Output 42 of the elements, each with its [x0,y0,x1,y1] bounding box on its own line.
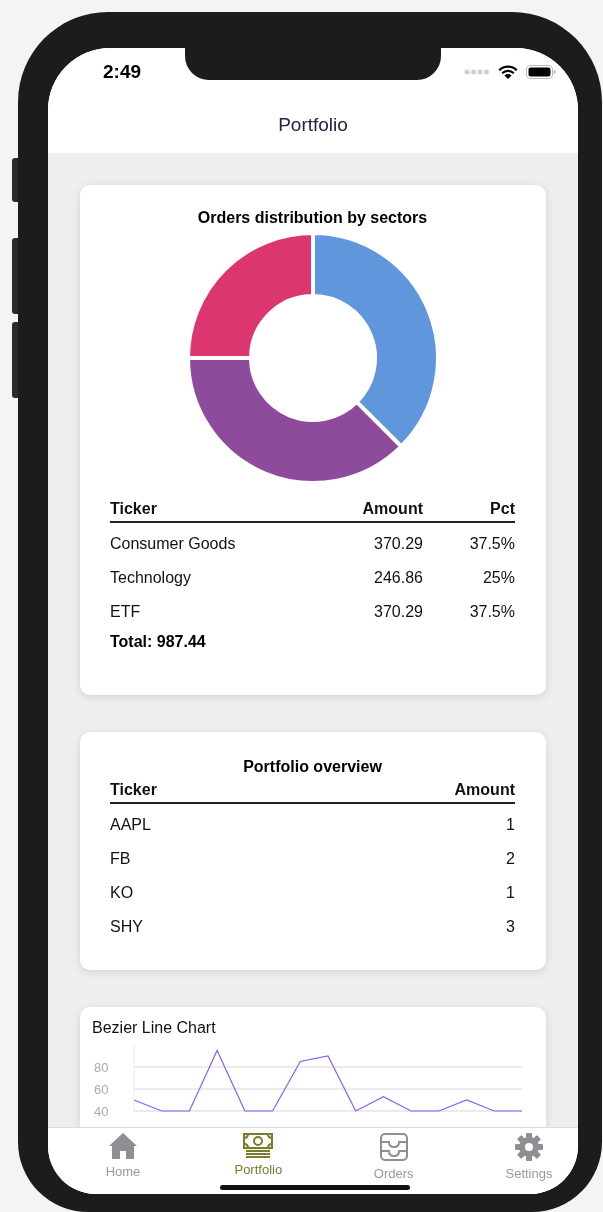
total-label: Total: 987.44 [110,633,207,651]
table-cell-text: ETF [110,603,142,621]
tab-label[interactable]: Portfolio [234,1162,283,1177]
table-cell-text: 1 [505,884,515,902]
table-cell-text: 246.86 [373,569,423,587]
table-cell-text: 370.29 [373,603,423,621]
axis-label: 40 [94,1104,109,1119]
axis-label: 60 [94,1082,109,1097]
axis-label: 80 [94,1060,109,1075]
table-cell-text: 25% [481,569,515,587]
table-cell-text: KO [110,884,135,902]
table-cell-text: 37.5% [468,603,515,621]
card-title: Orders distribution by sectors [196,209,429,227]
tab-label[interactable]: Orders [373,1166,414,1181]
chart-title: Bezier Line Chart [92,1019,217,1037]
nav-title: Portfolio [277,112,349,137]
settings-icon[interactable] [514,1132,544,1162]
table-cell-text: Technology [110,569,192,587]
signal-icon [464,69,490,75]
table-cell-text: AAPL [110,816,152,834]
home-icon[interactable] [108,1132,138,1160]
column-header: Amount [453,781,515,799]
battery-icon [526,65,556,79]
column-header: Ticker [110,500,158,518]
table-cell-text: 37.5% [468,535,515,553]
tab-label[interactable]: Home [105,1164,141,1179]
tab-label[interactable]: Settings [505,1166,553,1181]
money-icon[interactable] [242,1132,275,1158]
card-title: Portfolio overview [242,758,383,776]
table-cell-text: 2 [505,850,515,868]
table-cell-text: Consumer Goods [110,535,237,553]
wifi-icon [498,64,518,80]
column-header: Ticker [110,781,158,799]
column-header: Amount [361,500,423,518]
table-cell-text: SHY [110,918,144,936]
table-cell-text: 3 [505,918,515,936]
tray-icon[interactable] [378,1132,409,1162]
status-time: 2:49 [103,61,142,83]
table-cell-text: 1 [505,816,515,834]
table-cell-text: FB [110,850,132,868]
table-cell-text: 370.29 [373,535,423,553]
column-header: Pct [489,500,515,518]
